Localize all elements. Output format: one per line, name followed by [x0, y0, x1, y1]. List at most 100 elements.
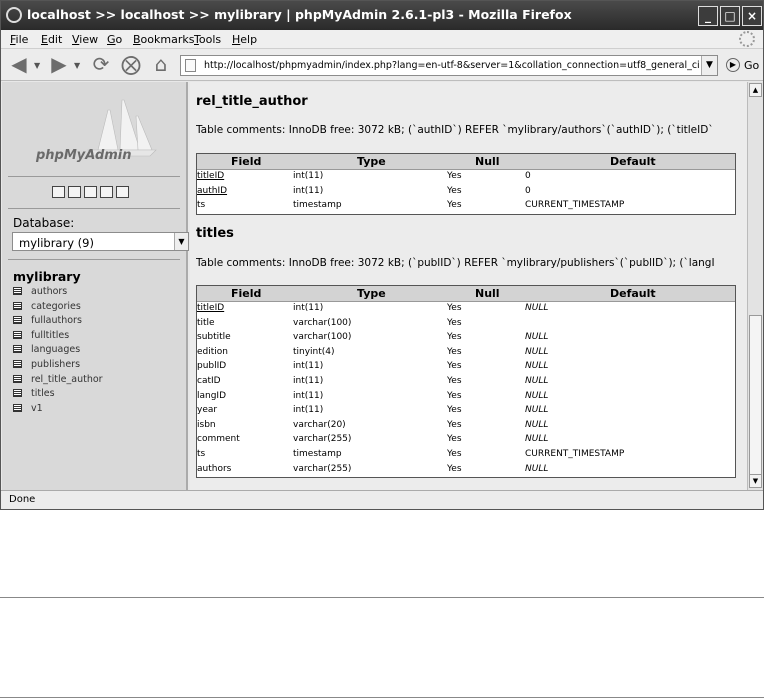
table-icon[interactable]: [13, 359, 22, 368]
scrollbar-thumb[interactable]: [749, 315, 762, 475]
table-list-item[interactable]: authors: [13, 286, 103, 301]
minimize-button[interactable]: _: [698, 6, 718, 26]
table-icon[interactable]: [13, 374, 22, 383]
go-arrow-icon[interactable]: ▶: [726, 58, 740, 72]
forward-dropdown-icon[interactable]: ▼: [74, 61, 80, 70]
url-history-dropdown-icon[interactable]: ▼: [701, 56, 717, 75]
phpmyadmin-logo-text[interactable]: phpMyAdmin: [36, 148, 132, 163]
cell-field: ts: [197, 200, 206, 211]
cell-null: Yes: [447, 375, 462, 386]
structure-table: Field Type Null Default titleID int(11) Yes NUL…: [196, 285, 736, 479]
menu-help[interactable]: Help: [232, 33, 257, 46]
scroll-down-arrow-icon[interactable]: ▼: [749, 474, 762, 488]
cell-null: Yes: [447, 303, 462, 313]
menu-tools[interactable]: Tools: [194, 33, 221, 46]
cell-field: subtitle: [197, 332, 231, 343]
close-button[interactable]: ×: [742, 6, 762, 26]
menu-edit[interactable]: Edit: [41, 33, 62, 46]
table-link[interactable]: languages: [31, 344, 80, 355]
table-row: ts timestamp Yes CURRENT_TIMESTAMP: [197, 448, 735, 463]
menu-file[interactable]: File: [10, 33, 28, 46]
home-icon[interactable]: [52, 186, 65, 198]
chevron-down-icon[interactable]: ▼: [174, 233, 188, 250]
menu-view[interactable]: View: [72, 33, 98, 46]
cell-null: Yes: [447, 405, 462, 416]
table-row: catID int(11) Yes NULL: [197, 375, 735, 390]
cell-type: int(11): [293, 405, 324, 416]
back-arrow-icon[interactable]: ◀: [7, 53, 31, 77]
cell-default: NULL: [525, 303, 549, 313]
query-window-icon[interactable]: [68, 186, 81, 198]
go-button[interactable]: Go: [744, 59, 759, 72]
table-link[interactable]: titles: [31, 388, 55, 399]
table-list-item[interactable]: rel_title_author: [13, 374, 103, 389]
table-list-item[interactable]: categories: [13, 301, 103, 316]
column-header-null: Null: [475, 287, 500, 300]
table-icon[interactable]: [13, 345, 22, 354]
table-link[interactable]: publishers: [31, 359, 80, 370]
table-list-item[interactable]: fulltitles: [13, 330, 103, 345]
reload-icon[interactable]: ⟳: [89, 53, 113, 77]
cell-field[interactable]: authID: [197, 186, 227, 196]
table-list-item[interactable]: fullauthors: [13, 315, 103, 330]
scroll-up-arrow-icon[interactable]: ▲: [749, 83, 762, 97]
help-icon[interactable]: [100, 186, 113, 198]
table-icon[interactable]: [13, 403, 22, 412]
cell-null: Yes: [447, 390, 462, 401]
cell-null: Yes: [447, 332, 462, 343]
table-link[interactable]: v1: [31, 403, 43, 414]
table-heading: titles: [196, 226, 234, 241]
table-icon[interactable]: [13, 330, 22, 339]
home-icon[interactable]: ⌂: [149, 53, 173, 77]
table-link[interactable]: rel_title_author: [31, 374, 103, 385]
sql-icon[interactable]: [84, 186, 97, 198]
database-name[interactable]: mylibrary: [13, 269, 81, 284]
table-list-item[interactable]: titles: [13, 388, 103, 403]
cell-default: CURRENT_TIMESTAMP: [525, 200, 625, 211]
cell-field: ts: [197, 448, 206, 459]
menu-edit-label: dit: [47, 33, 63, 46]
forward-arrow-icon[interactable]: ▶: [47, 53, 71, 77]
table-icon[interactable]: [13, 389, 22, 398]
cell-null: Yes: [447, 361, 462, 372]
throbber-icon: [739, 31, 755, 47]
database-select[interactable]: mylibrary (9) ▼: [12, 232, 189, 251]
cell-field[interactable]: titleID: [197, 303, 224, 313]
cell-default: 0: [525, 185, 531, 196]
table-list-item[interactable]: publishers: [13, 359, 103, 374]
table-link[interactable]: fulltitles: [31, 330, 69, 341]
cell-field: authors: [197, 463, 232, 474]
cell-default: CURRENT_TIMESTAMP: [525, 448, 625, 459]
cell-field: publID: [197, 361, 227, 372]
table-link[interactable]: fullauthors: [31, 315, 82, 326]
column-header-default: Default: [610, 287, 656, 300]
docs-icon[interactable]: [116, 186, 129, 198]
table-comment: Table comments: InnoDB free: 3072 kB; (`…: [196, 124, 714, 136]
cell-type: int(11): [293, 185, 324, 196]
cell-field: catID: [197, 375, 221, 386]
cell-type: timestamp: [293, 200, 342, 211]
column-header-field: Field: [231, 155, 262, 168]
url-bar[interactable]: http://localhost/phpmyadmin/index.php?la…: [180, 55, 718, 76]
table-list-item[interactable]: v1: [13, 403, 103, 418]
stop-icon[interactable]: ⨂: [119, 53, 143, 77]
browser-window: localhost >> localhost >> mylibrary | ph…: [0, 0, 764, 510]
back-dropdown-icon[interactable]: ▼: [34, 61, 40, 70]
menu-go[interactable]: Go: [107, 33, 122, 46]
vertical-scrollbar[interactable]: ▲ ▼: [747, 82, 763, 490]
table-icon[interactable]: [13, 316, 22, 325]
menu-bookmarks[interactable]: Bookmarks: [133, 33, 194, 46]
table-list: authors categories fullauthors fulltitle…: [13, 286, 103, 417]
table-row: authors varchar(255) Yes NULL: [197, 463, 735, 478]
maximize-button[interactable]: □: [720, 6, 740, 26]
cell-field[interactable]: titleID: [197, 171, 224, 181]
table-link[interactable]: authors: [31, 286, 67, 297]
table-list-item[interactable]: languages: [13, 344, 103, 359]
table-icon[interactable]: [13, 301, 22, 310]
title-bar[interactable]: localhost >> localhost >> mylibrary | ph…: [1, 1, 763, 30]
cell-null: Yes: [447, 434, 462, 445]
table-link[interactable]: categories: [31, 301, 81, 312]
phpmyadmin-sidebar: phpMyAdmin Database: mylibrary (9) ▼ myl…: [2, 82, 189, 490]
table-icon[interactable]: [13, 287, 22, 295]
url-text[interactable]: http://localhost/phpmyadmin/index.php?la…: [204, 60, 700, 71]
